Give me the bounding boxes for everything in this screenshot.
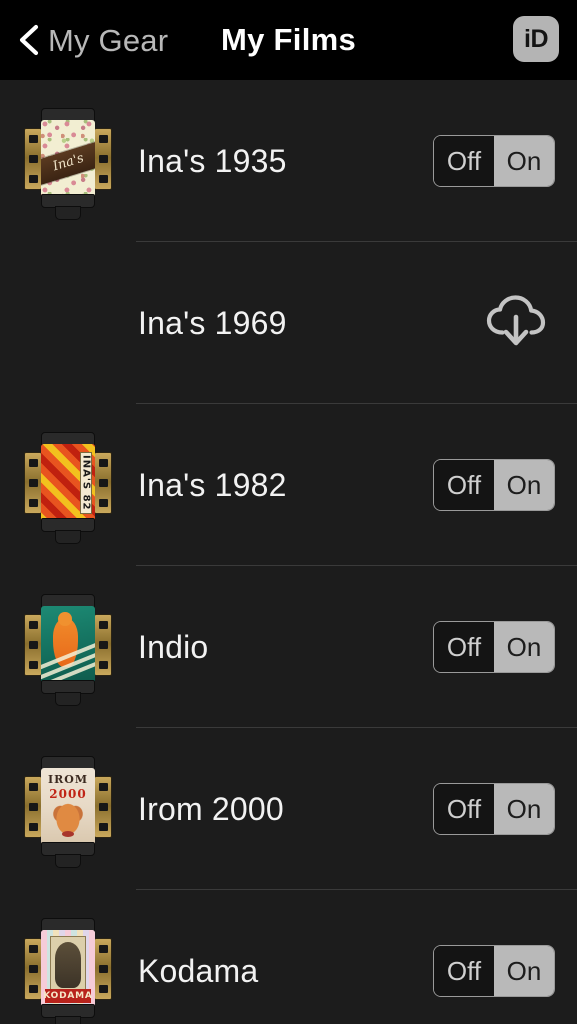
canister-artwork-text: INA'S 82 <box>80 455 92 511</box>
id-button[interactable]: iD <box>513 16 559 62</box>
toggle-off-segment[interactable]: Off <box>434 946 494 996</box>
toggle-off-segment[interactable]: Off <box>434 136 494 186</box>
film-canister-icon: Ina's <box>22 102 114 220</box>
id-button-label: iD <box>524 24 549 53</box>
film-canister-icon: IROM 2000 <box>22 750 114 868</box>
back-button-label: My Gear <box>48 22 169 58</box>
film-name: Irom 2000 <box>138 790 284 827</box>
back-button[interactable]: My Gear <box>16 0 168 80</box>
canister-artwork-text: Ina's <box>50 150 86 175</box>
film-thumbnail-placeholder <box>0 242 136 404</box>
film-canister-icon: KODAMA <box>22 912 114 1024</box>
film-thumbnail-irom-2000: IROM 2000 <box>0 728 136 890</box>
toggle-on-segment[interactable]: On <box>494 946 554 996</box>
canister-spool <box>55 206 81 220</box>
canister-artwork-banner: KODAMA <box>43 989 93 1003</box>
canister-spool <box>55 530 81 544</box>
film-name: Ina's 1935 <box>138 142 287 179</box>
canister-body: IROM 2000 <box>41 768 95 846</box>
canister-flange-right <box>94 938 112 1000</box>
film-toggle[interactable]: Off On <box>433 135 555 187</box>
canister-body: INA'S 82 <box>41 444 95 522</box>
film-list: Ina's Ina's 1935 Off On Ina's 1969 INA'S… <box>0 80 577 1024</box>
canister-flange-left <box>24 776 42 838</box>
canister-artwork: IROM 2000 <box>41 768 95 846</box>
canister-flange-left <box>24 128 42 190</box>
list-item[interactable]: Ina's 1969 <box>0 242 577 404</box>
canister-artwork-label: INA'S 82 <box>79 451 92 515</box>
canister-body: KODAMA <box>41 930 95 1008</box>
canister-artwork-text: KODAMA <box>43 990 93 1001</box>
canister-flange-right <box>94 776 112 838</box>
film-thumbnail-ina-1935: Ina's <box>0 80 136 242</box>
canister-artwork: Ina's <box>41 120 95 198</box>
canister-artwork: INA'S 82 <box>41 444 95 522</box>
canister-flange-right <box>94 452 112 514</box>
navigation-bar: My Gear My Films iD <box>0 0 577 80</box>
canister-spool <box>55 692 81 706</box>
cloud-download-icon[interactable] <box>485 294 547 352</box>
list-item[interactable]: INA'S 82 Ina's 1982 Off On <box>0 404 577 566</box>
canister-flange-left <box>24 452 42 514</box>
canister-artwork-figure <box>55 942 81 988</box>
film-toggle[interactable]: Off On <box>433 459 555 511</box>
film-toggle[interactable]: Off On <box>433 783 555 835</box>
film-name: Kodama <box>138 952 259 989</box>
toggle-off-segment[interactable]: Off <box>434 622 494 672</box>
toggle-off-segment[interactable]: Off <box>434 784 494 834</box>
list-item[interactable]: KODAMA Kodama Off On <box>0 890 577 1024</box>
canister-artwork: KODAMA <box>41 930 95 1008</box>
film-canister-icon <box>22 588 114 706</box>
canister-artwork <box>41 606 95 684</box>
list-item[interactable]: Ina's Ina's 1935 Off On <box>0 80 577 242</box>
chevron-left-icon <box>19 24 39 56</box>
toggle-on-segment[interactable]: On <box>494 784 554 834</box>
canister-flange-left <box>24 938 42 1000</box>
list-item[interactable]: Indio Off On <box>0 566 577 728</box>
toggle-off-segment[interactable]: Off <box>434 460 494 510</box>
toggle-on-segment[interactable]: On <box>494 622 554 672</box>
film-thumbnail-kodama: KODAMA <box>0 890 136 1024</box>
film-name: Ina's 1982 <box>138 466 287 503</box>
film-name: Indio <box>138 628 209 665</box>
canister-artwork-year: 2000 <box>49 786 87 801</box>
canister-artwork-figure <box>48 800 88 845</box>
film-name: Ina's 1969 <box>138 304 287 341</box>
canister-spool <box>55 1016 81 1024</box>
film-toggle[interactable]: Off On <box>433 945 555 997</box>
film-canister-icon: INA'S 82 <box>22 426 114 544</box>
list-item[interactable]: IROM 2000 Irom 2000 Off On <box>0 728 577 890</box>
canister-flange-right <box>94 128 112 190</box>
film-thumbnail-indio <box>0 566 136 728</box>
film-thumbnail-ina-1982: INA'S 82 <box>0 404 136 566</box>
toggle-on-segment[interactable]: On <box>494 136 554 186</box>
canister-flange-right <box>94 614 112 676</box>
toggle-on-segment[interactable]: On <box>494 460 554 510</box>
canister-body: Ina's <box>41 120 95 198</box>
canister-spool <box>55 854 81 868</box>
canister-artwork-text: IROM <box>47 773 89 787</box>
canister-body <box>41 606 95 684</box>
my-films-screen: My Gear My Films iD Ina's Ina's 1935 Off… <box>0 0 577 1024</box>
film-toggle[interactable]: Off On <box>433 621 555 673</box>
canister-flange-left <box>24 614 42 676</box>
